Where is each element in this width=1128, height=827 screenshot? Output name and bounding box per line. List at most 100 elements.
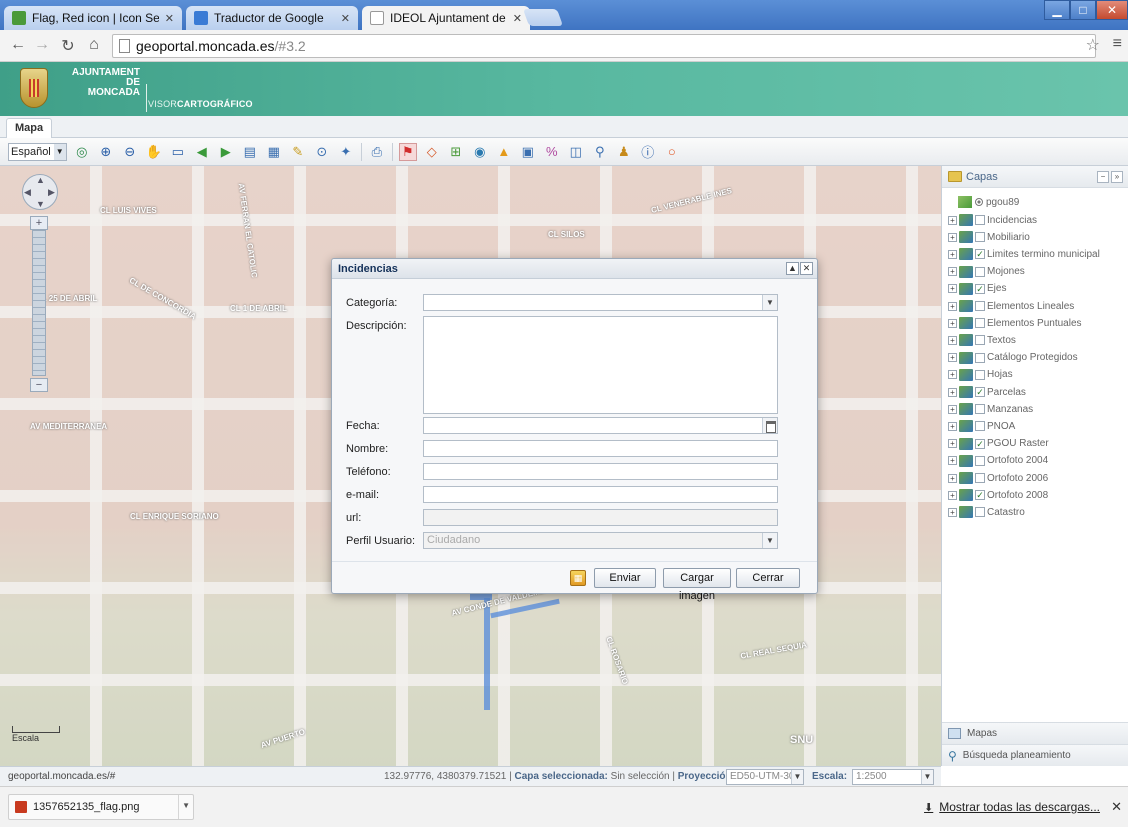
zoom-out-button[interactable]: − bbox=[30, 378, 48, 392]
close-icon[interactable]: ✕ bbox=[800, 262, 813, 275]
help-icon[interactable]: ○ bbox=[663, 143, 681, 161]
person-icon[interactable]: ♟ bbox=[615, 143, 633, 161]
panel-busqueda[interactable]: ⚲ Búsqueda planeamiento bbox=[942, 744, 1128, 766]
layer-checkbox[interactable] bbox=[975, 266, 985, 277]
layer-item[interactable]: + Elementos Puntuales bbox=[948, 316, 1082, 330]
zoom-slider[interactable] bbox=[32, 230, 46, 376]
layer-item[interactable]: + Ortofoto 2006 bbox=[948, 471, 1048, 485]
chevron-down-icon[interactable]: ▼ bbox=[791, 770, 803, 784]
layer-checkbox[interactable] bbox=[975, 455, 985, 466]
image-upload-icon[interactable]: ▦ bbox=[570, 570, 586, 586]
layer-item[interactable]: + PNOA bbox=[948, 419, 1015, 433]
layer-checkbox[interactable]: ✓ bbox=[975, 387, 985, 397]
layer-item[interactable]: + Catálogo Protegidos bbox=[948, 351, 1078, 365]
dialog-titlebar[interactable]: Incidencias ▲ ✕ bbox=[332, 259, 817, 279]
layer-checkbox[interactable] bbox=[975, 335, 985, 346]
expand-icon[interactable]: + bbox=[948, 387, 957, 397]
panel-mapas[interactable]: Mapas bbox=[942, 722, 1128, 744]
cargar-imagen-button[interactable]: Cargar imagen bbox=[663, 568, 731, 602]
layer-item[interactable]: + Elementos Lineales bbox=[948, 299, 1074, 313]
chevron-down-icon[interactable]: ▼ bbox=[762, 295, 777, 310]
warning-icon[interactable]: ▲ bbox=[495, 143, 513, 161]
layer-item[interactable]: + ✓ Parcelas bbox=[948, 385, 1026, 399]
layer-item[interactable]: + Ortofoto 2004 bbox=[948, 454, 1048, 468]
expand-icon[interactable]: + bbox=[948, 284, 957, 294]
layer-checkbox[interactable] bbox=[975, 318, 985, 329]
layer-checkbox[interactable] bbox=[975, 215, 985, 225]
close-icon[interactable]: ✕ bbox=[341, 12, 350, 25]
expand-icon[interactable]: + bbox=[948, 456, 957, 466]
address-bar[interactable]: geoportal.moncada.es/#3.2 bbox=[112, 34, 1096, 58]
layer-checkbox[interactable] bbox=[975, 352, 985, 363]
pan-south-icon[interactable]: ▼ bbox=[36, 199, 45, 209]
fecha-field[interactable] bbox=[423, 417, 778, 434]
email-field[interactable] bbox=[423, 486, 778, 503]
search-icon[interactable]: ⚲ bbox=[591, 143, 609, 161]
layer-item[interactable]: + ✓ PGOU Raster bbox=[948, 437, 1049, 451]
chevron-down-icon[interactable]: ▼ bbox=[921, 770, 933, 784]
expand-icon[interactable]: + bbox=[948, 267, 957, 277]
polygon-icon[interactable]: ◇ bbox=[423, 143, 441, 161]
pan-east-icon[interactable]: ▶ bbox=[48, 187, 55, 198]
nombre-field[interactable] bbox=[423, 440, 778, 457]
info-icon[interactable]: ⓘ bbox=[639, 143, 657, 161]
layer-checkbox[interactable] bbox=[975, 301, 985, 311]
identify-icon[interactable]: ✦ bbox=[337, 143, 355, 161]
new-tab-button[interactable] bbox=[522, 9, 564, 26]
measure-area-icon[interactable]: ▦ bbox=[265, 143, 283, 161]
measure-distance-icon[interactable]: ▤ bbox=[241, 143, 259, 161]
perfil-select[interactable]: Ciudadano ▼ bbox=[423, 532, 778, 549]
layer-checkbox[interactable] bbox=[975, 404, 985, 415]
bookmark-star-icon[interactable]: ☆ bbox=[1086, 35, 1100, 55]
expand-icon[interactable]: + bbox=[948, 353, 957, 363]
collapse-icon[interactable]: − bbox=[1097, 171, 1109, 183]
tab-mapa[interactable]: Mapa bbox=[6, 118, 53, 138]
layer-checkbox[interactable] bbox=[975, 232, 985, 243]
show-all-downloads-link[interactable]: ⬇ Mostrar todas las descargas... bbox=[924, 800, 1100, 814]
layer-checkbox[interactable] bbox=[975, 473, 985, 483]
browser-tab-ideol[interactable]: IDEOL Ajuntament de Mo ✕ bbox=[362, 6, 530, 30]
escala-select[interactable]: 1:2500 ▼ bbox=[852, 769, 934, 785]
expand-icon[interactable]: + bbox=[948, 404, 957, 414]
red-flag-icon[interactable]: ⚑ bbox=[398, 142, 417, 161]
pencil-icon[interactable]: ✎ bbox=[289, 143, 307, 161]
layer-add-icon[interactable]: ⊞ bbox=[447, 143, 465, 161]
expand-icon[interactable]: + bbox=[948, 215, 957, 225]
expand-all-icon[interactable]: » bbox=[1111, 171, 1123, 183]
expand-icon[interactable]: + bbox=[948, 439, 957, 449]
globe-icon[interactable]: ◉ bbox=[471, 143, 489, 161]
layer-checkbox[interactable] bbox=[975, 421, 985, 432]
expand-icon[interactable]: + bbox=[948, 370, 957, 380]
percent-icon[interactable]: % bbox=[543, 143, 561, 161]
radio-icon[interactable] bbox=[975, 198, 983, 206]
layer-item[interactable]: + Mobiliario bbox=[948, 230, 1030, 244]
layer-item[interactable]: + Catastro bbox=[948, 505, 1025, 519]
enviar-button[interactable]: Enviar bbox=[594, 568, 656, 588]
layer-item[interactable]: + Manzanas bbox=[948, 402, 1033, 416]
layer-item[interactable]: + Hojas bbox=[948, 368, 1013, 382]
close-icon[interactable]: ✕ bbox=[1111, 799, 1122, 815]
layer-item[interactable]: + Mojones bbox=[948, 265, 1025, 279]
layer-item[interactable]: + ✓ Ejes bbox=[948, 282, 1006, 296]
collapse-icon[interactable]: ▲ bbox=[786, 262, 799, 275]
previous-view-icon[interactable]: ◀ bbox=[193, 143, 211, 161]
layer-item[interactable]: + ✓ Limites termino municipal bbox=[948, 247, 1100, 261]
chevron-down-icon[interactable]: ▼ bbox=[182, 801, 190, 810]
forward-arrow-icon[interactable]: → bbox=[32, 36, 52, 54]
layer-checkbox[interactable]: ✓ bbox=[975, 283, 985, 294]
descripcion-textarea[interactable] bbox=[423, 316, 778, 414]
reload-icon[interactable]: ↻ bbox=[58, 36, 78, 56]
layer-checkbox[interactable]: ✓ bbox=[975, 249, 985, 260]
chart-icon[interactable]: ◫ bbox=[567, 143, 585, 161]
close-icon[interactable]: ✕ bbox=[513, 12, 522, 25]
categoria-select[interactable]: ▼ bbox=[423, 294, 778, 311]
telefono-field[interactable] bbox=[423, 463, 778, 480]
layer-item[interactable]: + ✓ Ortofoto 2008 bbox=[948, 488, 1048, 502]
zoom-box-icon[interactable]: ▭ bbox=[169, 143, 187, 161]
expand-icon[interactable]: + bbox=[948, 421, 957, 431]
browser-tab-translate[interactable]: Traductor de Google ✕ bbox=[186, 6, 358, 30]
expand-icon[interactable]: + bbox=[948, 473, 957, 483]
calendar-icon[interactable] bbox=[762, 418, 777, 433]
download-item[interactable]: 1357652135_flag.png ▼ bbox=[8, 794, 194, 820]
expand-icon[interactable]: + bbox=[948, 301, 957, 311]
